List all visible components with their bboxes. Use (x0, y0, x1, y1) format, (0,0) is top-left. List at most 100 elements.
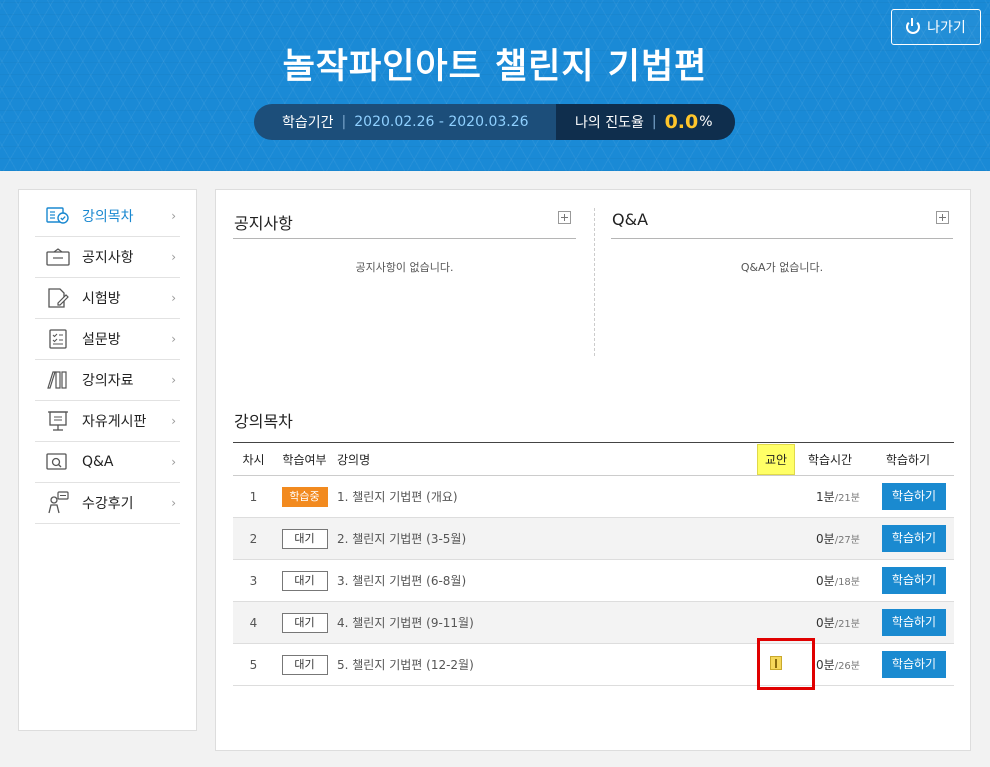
notice-title: 공지사항 (234, 214, 293, 233)
column-header: 차시 (233, 442, 274, 476)
lecture-name: 4. 챌린지 기법편 (9-11월) (335, 601, 752, 644)
sidebar-item-lecture-list[interactable]: 강의목차 › (35, 196, 180, 237)
chevron-right-icon: › (171, 332, 176, 346)
qa-empty-message: Q&A가 없습니다. (740, 261, 824, 274)
divider (594, 208, 595, 356)
sidebar-item-label: 설문방 (82, 332, 121, 348)
study-button[interactable]: 학습하기 (882, 651, 946, 678)
study-button[interactable]: 학습하기 (882, 609, 946, 636)
sidebar-item-notice[interactable]: 공지사항 › (35, 237, 180, 278)
time-done: 0분 (816, 658, 835, 672)
column-header: 강의명 (335, 442, 752, 476)
sidebar-item-label: 자유게시판 (82, 414, 147, 430)
lecture-list-title: 강의목차 (234, 412, 293, 431)
chevron-right-icon: › (171, 209, 176, 223)
progress-unit: % (699, 114, 713, 130)
chevron-right-icon: › (171, 291, 176, 305)
notice-more-button[interactable] (558, 211, 571, 224)
sidebar-item-label: 강의자료 (82, 373, 134, 389)
study-button[interactable]: 학습하기 (882, 567, 946, 594)
sidebar-item-exam[interactable]: 시험방 › (35, 278, 180, 319)
study-button[interactable]: 학습하기 (882, 525, 946, 552)
time-total: /18분 (834, 577, 860, 588)
time-done: 0분 (816, 616, 835, 630)
lecture-list-icon (45, 205, 71, 227)
qa-title: Q&A (612, 210, 649, 229)
sidebar-item-label: 강의목차 (82, 209, 134, 225)
status-badge: 대기 (281, 570, 328, 591)
sidebar-item-label: 시험방 (82, 291, 121, 307)
column-header-plan: 교안 (752, 442, 800, 476)
sidebar-item-label: 공지사항 (82, 250, 134, 266)
time-total: /26분 (834, 661, 860, 672)
status-badge: 대기 (281, 528, 328, 549)
my-progress: 나의 진도율 | 0.0 % (556, 104, 735, 140)
lecture-name: 3. 챌린지 기법편 (6-8월) (335, 559, 752, 602)
lecture-number: 4 (233, 601, 274, 644)
chevron-right-icon: › (171, 414, 176, 428)
course-header: 나가기 놀작파인아트 챌린지 기법편 학습기간 | 2020.02.26 - 2… (0, 0, 990, 171)
divider: | (341, 114, 347, 130)
review-icon (45, 491, 71, 514)
divider (233, 238, 576, 239)
qa-icon (45, 451, 71, 473)
exam-icon (45, 287, 71, 309)
qa-more-button[interactable] (936, 211, 949, 224)
chevron-right-icon: › (171, 373, 176, 387)
materials-icon (45, 369, 71, 391)
course-title: 놀작파인아트 챌린지 기법편 (282, 47, 708, 87)
board-icon (45, 410, 71, 432)
notice-icon (45, 246, 71, 268)
status-badge: 대기 (281, 654, 328, 675)
column-header: 학습시간 (800, 442, 862, 476)
time-done: 1분 (816, 490, 835, 504)
sidebar-item-free-board[interactable]: 자유게시판 › (35, 401, 180, 442)
divider (611, 238, 953, 239)
power-icon (906, 18, 921, 34)
table-row: 3 대기 3. 챌린지 기법편 (6-8월) 0분/18분 학습하기 (233, 559, 954, 602)
sidebar-item-label: Q&A (82, 454, 114, 470)
sidebar-item-materials[interactable]: 강의자료 › (35, 360, 180, 401)
chevron-right-icon: › (171, 455, 176, 469)
table-row: 5 대기 5. 챌린지 기법편 (12-2월) 0분/26분 학습하기 (233, 643, 954, 686)
time-done: 0분 (816, 574, 835, 588)
sidebar-item-label: 수강후기 (82, 496, 134, 512)
table-header-row: 차시 학습여부 강의명 교안 학습시간 학습하기 (233, 442, 954, 476)
lecture-number: 5 (233, 643, 274, 686)
lecture-table: 차시 학습여부 강의명 교안 학습시간 학습하기 1 학습중 1. 챌린지 기법… (233, 442, 954, 686)
time-total: /21분 (834, 619, 860, 630)
lecture-number: 3 (233, 559, 274, 602)
column-header: 학습여부 (274, 442, 335, 476)
lecture-name: 1. 챌린지 기법편 (개요) (335, 475, 752, 518)
table-row: 4 대기 4. 챌린지 기법편 (9-11월) 0분/21분 학습하기 (233, 601, 954, 644)
sidebar-item-survey[interactable]: 설문방 › (35, 319, 180, 360)
survey-icon (45, 328, 71, 350)
exit-label: 나가기 (927, 20, 966, 36)
lecture-number: 2 (233, 517, 274, 560)
chevron-right-icon: › (171, 250, 176, 264)
column-header: 학습하기 (862, 442, 954, 476)
lecture-name: 5. 챌린지 기법편 (12-2월) (335, 643, 752, 686)
lecture-number: 1 (233, 475, 274, 518)
sidebar: 강의목차 › 공지사항 › 시험방 › 설문방 › 강의자료 › 자유게시판 › (18, 189, 197, 731)
time-total: /27분 (834, 535, 860, 546)
main-panel: 공지사항 공지사항이 없습니다. Q&A Q&A가 없습니다. 강의목차 차시 … (215, 189, 971, 751)
sidebar-item-qa[interactable]: Q&A › (35, 442, 180, 483)
period-label: 학습기간 (282, 115, 334, 131)
lecture-name: 2. 챌린지 기법편 (3-5월) (335, 517, 752, 560)
status-badge: 대기 (281, 612, 328, 633)
study-period: 학습기간 | 2020.02.26 - 2020.03.26 (254, 104, 556, 140)
table-row: 2 대기 2. 챌린지 기법편 (3-5월) 0분/27분 학습하기 (233, 517, 954, 560)
study-button[interactable]: 학습하기 (882, 483, 946, 510)
time-total: /21분 (834, 493, 860, 504)
time-done: 0분 (816, 532, 835, 546)
progress-label: 나의 진도율 (575, 115, 644, 131)
notice-empty-message: 공지사항이 없습니다. (355, 261, 454, 274)
study-period-bar: 학습기간 | 2020.02.26 - 2020.03.26 나의 진도율 | … (254, 104, 735, 140)
period-dates: 2020.02.26 - 2020.03.26 (354, 114, 529, 130)
status-badge: 학습중 (281, 486, 328, 507)
divider: | (651, 114, 657, 130)
plan-header-label: 교안 (756, 443, 796, 475)
chevron-right-icon: › (171, 496, 176, 510)
sidebar-item-review[interactable]: 수강후기 › (35, 483, 180, 524)
